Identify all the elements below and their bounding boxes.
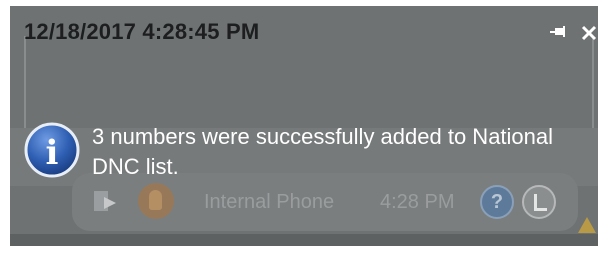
info-glyph: i <box>46 133 59 173</box>
caller-label: Internal Phone <box>204 191 335 213</box>
notification-toast: 12/18/2017 4:28:45 PM i 3 numbers were s… <box>10 6 598 180</box>
info-icon: i <box>24 122 80 178</box>
phone-transfer-icon <box>94 191 116 211</box>
warning-icon <box>578 217 596 233</box>
close-icon[interactable] <box>580 23 598 43</box>
status-icon[interactable] <box>522 185 556 219</box>
pin-icon[interactable] <box>548 23 568 43</box>
screen: Internal Phone 4:28 PM ? 12/18/2017 4:28… <box>0 0 604 253</box>
help-icon[interactable]: ? <box>480 185 514 219</box>
bottom-bar <box>10 234 598 246</box>
call-time: 4:28 PM <box>380 191 455 213</box>
notification-timestamp: 12/18/2017 4:28:45 PM <box>24 19 260 44</box>
avatar-icon <box>138 183 174 219</box>
notification-message: 3 numbers were successfully added to Nat… <box>92 124 554 179</box>
